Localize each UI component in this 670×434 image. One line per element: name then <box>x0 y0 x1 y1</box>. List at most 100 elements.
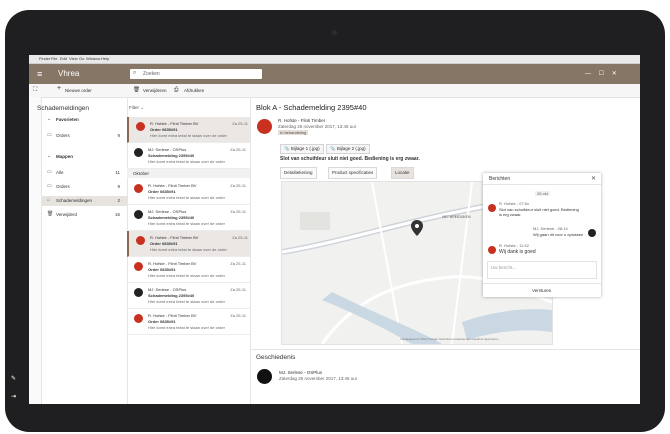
search-placeholder: Zoeken <box>143 71 160 77</box>
sidebar-item-damage-reports[interactable]: ⌂ Schademeldingen 2 <box>42 196 127 206</box>
page-title: Blok A - Schademelding 2395#40 <box>256 103 367 112</box>
avatar <box>134 262 143 271</box>
list-section-header: Oktober <box>127 169 250 178</box>
apple-logo-icon <box>327 405 343 422</box>
chevron-down-icon: ⌄ <box>47 153 52 159</box>
history-title: Geschiedenis <box>256 354 296 361</box>
minimize-icon[interactable]: — <box>585 71 591 77</box>
list-item[interactable]: MJ. Serlese - OSPlus Za 25-11 Schademeld… <box>127 143 250 169</box>
search-input[interactable]: ⌕ Zoeken <box>130 69 262 79</box>
nav-section-folders[interactable]: ⌄ Mappen <box>42 152 127 162</box>
message-author: MJ. Serlese - 08:14 <box>533 226 568 231</box>
message-text: Wij dank is goed <box>499 249 536 255</box>
message-text: Slot van schuifdeur sluit niet goed. Bed… <box>499 207 579 217</box>
delete-button[interactable]: Verwijderen <box>143 88 167 93</box>
menu-edit[interactable]: Edit <box>60 56 67 61</box>
print-button[interactable]: Afdrukken <box>184 88 204 93</box>
mac-menubar: Finder File Edit View Go Window Help <box>29 55 640 64</box>
date-chip: 26 okt <box>535 191 550 196</box>
divider <box>483 283 601 284</box>
message-author: R. Hofste - 11:52 <box>499 243 529 248</box>
tab-location[interactable]: Locatie <box>391 167 414 179</box>
left-rail <box>29 97 42 404</box>
map-street-label: HET BREIDIJKEN <box>442 215 471 219</box>
tab-product-specs[interactable]: Product specificaties <box>328 167 378 179</box>
sent-date: Zaterdag 25 november 2017, 13:45 uur <box>278 124 357 129</box>
nav-section-favorites[interactable]: ⌄ Favorieten <box>42 115 127 125</box>
logout-icon[interactable]: ⇥ <box>11 393 16 400</box>
trash-icon: 🗑 <box>47 211 54 217</box>
avatar <box>134 148 143 157</box>
menu-file[interactable]: File <box>51 56 57 61</box>
attachment-1[interactable]: 📎 Bijlage 1 (.jpg) <box>280 144 324 154</box>
sidebar-item-orders[interactable]: ▭ Orders 9 <box>42 182 127 192</box>
list-item[interactable]: R. Hofste - Flinti Timber BV Za 25-11 Or… <box>127 117 250 143</box>
list-item[interactable]: MJ. Serlese - OSPlus Za 25-11 Schademeld… <box>127 283 250 309</box>
menu-view[interactable]: View <box>69 56 78 61</box>
menu-help[interactable]: Help <box>101 56 109 61</box>
history-name: MJ. Serlese - OSPlus <box>279 370 323 375</box>
filter-dropdown[interactable]: Filter ⌄ <box>129 105 144 111</box>
avatar <box>136 122 145 131</box>
plus-icon: + <box>57 85 62 92</box>
list-item[interactable]: R. Hofste - Flinti Timber BV Za 25-11 Or… <box>127 179 250 205</box>
close-icon[interactable]: ✕ <box>591 175 596 182</box>
pencil-icon[interactable]: ✎ <box>11 375 16 382</box>
chevron-down-icon: ⌄ <box>47 116 52 122</box>
avatar <box>488 204 496 212</box>
message-input[interactable] <box>487 261 597 279</box>
toolbar: ⛶ + Nieuwe order 🗑 Verwijderen ⎙ Afdrukk… <box>29 84 640 98</box>
list-item[interactable]: R. Hofste - Flinti Timber BV Za 25-11 Or… <box>127 309 250 335</box>
folder-icon: ▭ <box>47 169 52 175</box>
sender-name: R. Hofste - Flinti Timber <box>278 118 326 123</box>
sidebar-item-orders-fav[interactable]: ▭ Orders 9 <box>42 131 127 141</box>
message-text: Wij gaan dit voor u oplossen <box>533 232 584 237</box>
menu-window[interactable]: Window <box>86 56 100 61</box>
avatar <box>134 288 143 297</box>
menu-finder[interactable]: Finder <box>39 56 50 61</box>
messages-title: Berichten <box>489 176 511 182</box>
search-icon: ⌕ <box>133 70 137 76</box>
list-item[interactable]: R. Hofste - Flinti Timber BV Za 25-11 Or… <box>127 231 250 257</box>
message-author: R. Hofste - 07:5x <box>499 201 530 206</box>
camera-icon <box>332 30 337 35</box>
screen: Finder File Edit View Go Window Help ≡ V… <box>29 55 640 404</box>
avatar <box>257 119 272 134</box>
divider <box>250 349 640 350</box>
send-button[interactable]: Versturen <box>532 288 551 293</box>
new-order-button[interactable]: Nieuwe order <box>65 88 92 93</box>
list-item[interactable]: R. Hofste - Flinti Timber BV Za 25-11 Or… <box>127 257 250 283</box>
close-icon[interactable]: ✕ <box>612 71 617 77</box>
expand-icon[interactable]: ⛶ <box>33 87 37 94</box>
app-title: Vhrea <box>58 69 80 78</box>
avatar <box>488 246 496 254</box>
messages-header: Berichten ✕ <box>483 173 601 185</box>
sidebar-nav: ⌄ Favorieten ▭ Orders 9 ⌄ Mappen ▭ Alle … <box>42 97 128 404</box>
folder-icon: ▭ <box>47 132 52 138</box>
tab-detail-drawing[interactable]: Detailtekening <box>280 167 317 179</box>
maximize-icon[interactable]: ☐ <box>599 71 604 77</box>
map-footer: Kaartgegevens ©2017 Google Gebruiksvoorw… <box>400 337 499 341</box>
avatar <box>136 236 145 245</box>
print-icon: ⎙ <box>174 87 179 93</box>
avatar <box>257 369 272 384</box>
list-item[interactable]: MJ. Serlese - OSPlus Za 25-11 Schademeld… <box>127 205 250 231</box>
history-date: Zaterdag 25 november 2017, 13:45 uur <box>279 376 358 381</box>
sidebar-item-all[interactable]: ▭ Alle 11 <box>42 168 127 178</box>
list-title: Schademeldingen <box>37 105 90 112</box>
attachment-2[interactable]: 📎 Bijlage 2 (.jpg) <box>326 144 370 154</box>
folder-icon: ▭ <box>47 183 52 189</box>
avatar <box>134 184 143 193</box>
message-list: R. Hofste - Flinti Timber BV Za 25-11 Or… <box>127 97 251 404</box>
trash-icon: 🗑 <box>133 87 140 93</box>
window-controls: — ☐ ✕ <box>585 70 617 77</box>
message-body: Slot van schuifdeur sluit niet goed. Bed… <box>280 156 420 162</box>
message-input-placeholder: Uw bericht... <box>491 265 517 270</box>
hamburger-icon[interactable]: ≡ <box>37 69 42 79</box>
avatar <box>134 314 143 323</box>
home-icon: ⌂ <box>47 197 51 203</box>
sidebar-item-deleted[interactable]: 🗑 Verwijderd 16 <box>42 210 127 220</box>
messages-panel: Berichten ✕ 26 okt R. Hofste - 07:5x Slo… <box>483 173 601 297</box>
menu-go[interactable]: Go <box>79 56 84 61</box>
avatar <box>134 210 143 219</box>
